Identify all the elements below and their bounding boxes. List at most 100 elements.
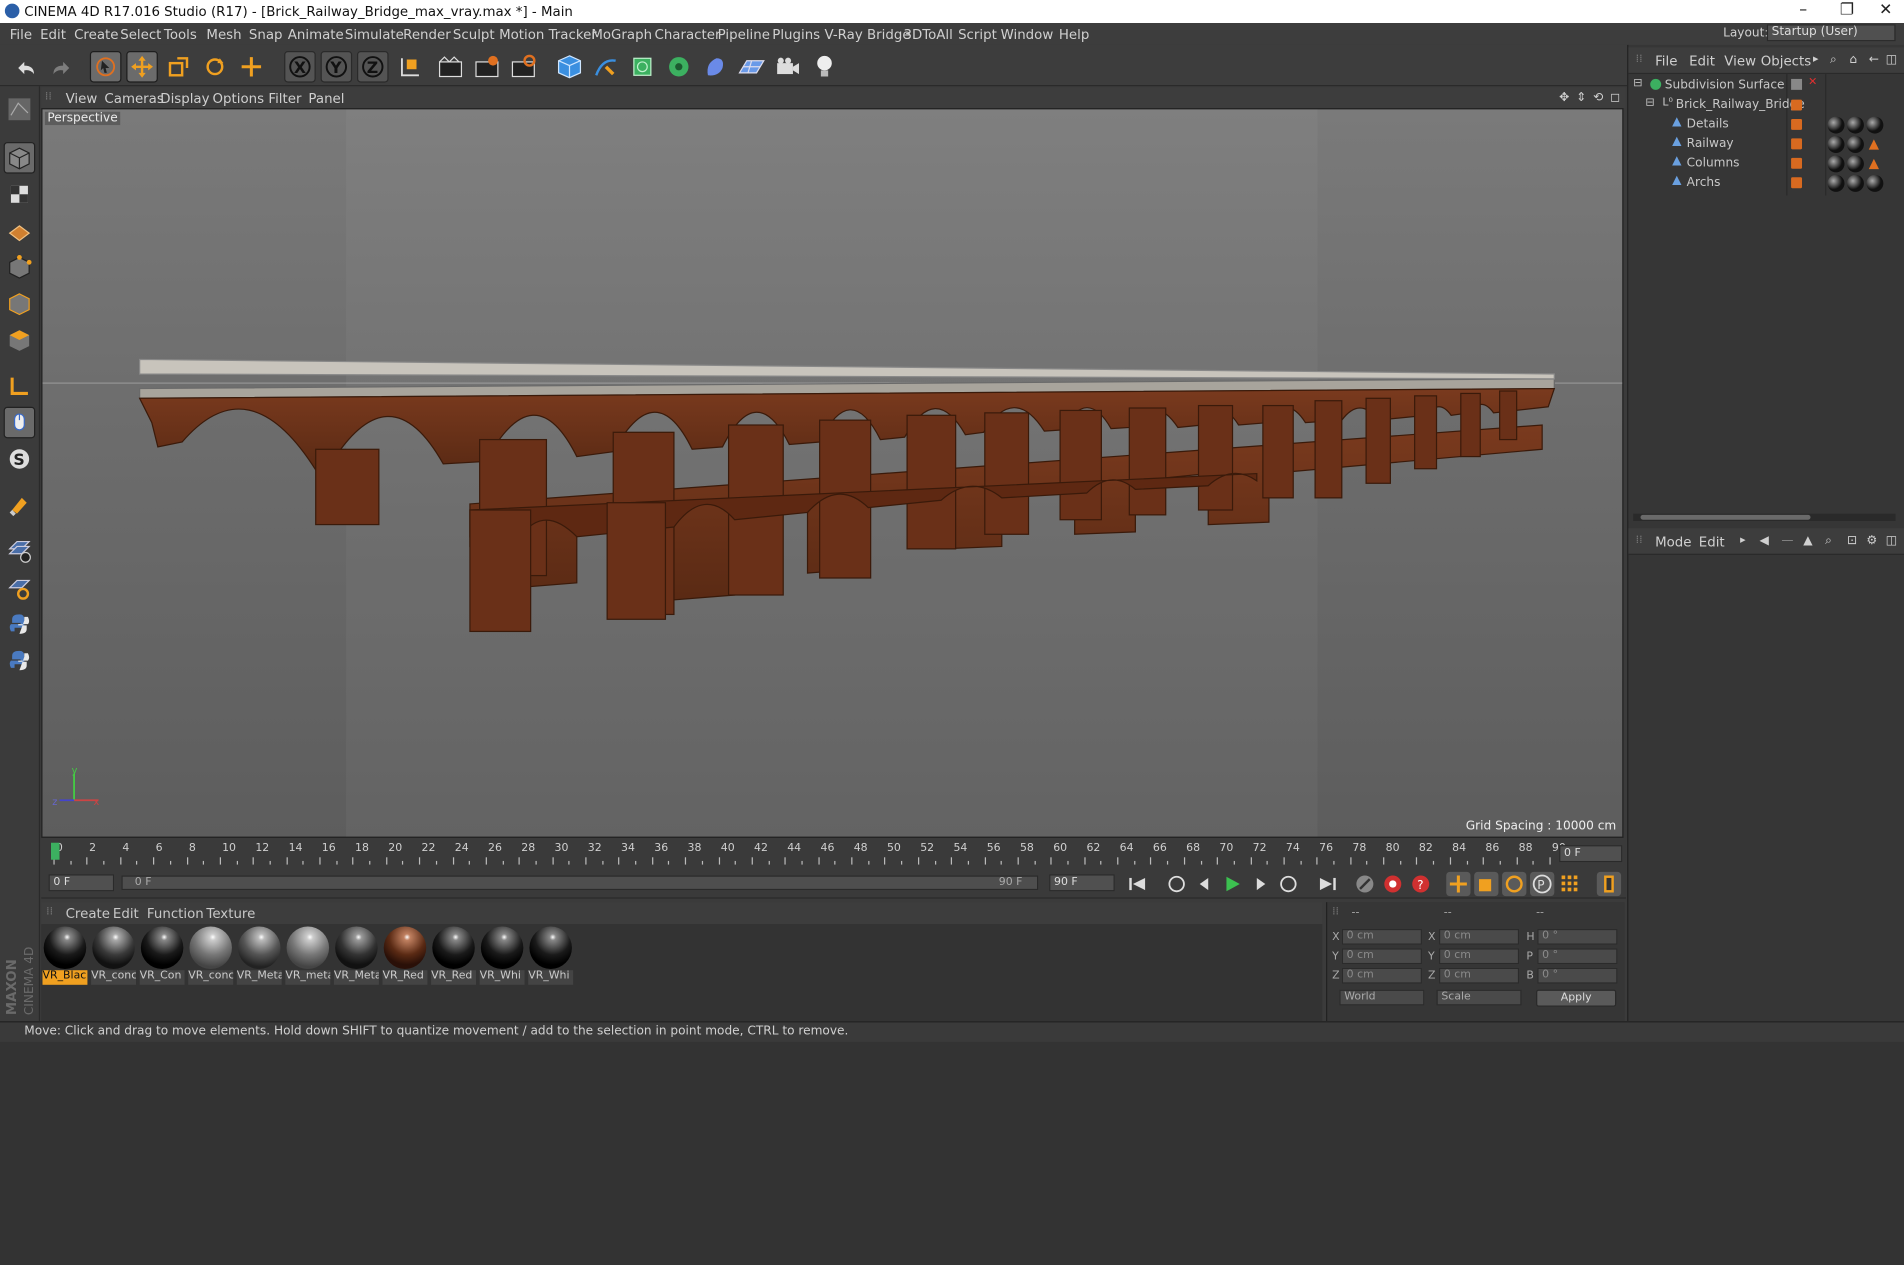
- key-scale-icon[interactable]: [1474, 871, 1499, 897]
- python-generator-icon[interactable]: [4, 645, 36, 677]
- polygons-mode-icon[interactable]: [4, 324, 36, 356]
- minimize-button[interactable]: –: [1785, 1, 1821, 19]
- end-frame-field[interactable]: 90 F: [1049, 874, 1115, 892]
- undo-icon[interactable]: [10, 51, 42, 83]
- menu-tools[interactable]: Tools: [164, 27, 197, 43]
- forward-arrow-icon[interactable]: —: [1781, 534, 1793, 547]
- attributes-menu-mode[interactable]: Mode: [1655, 534, 1691, 550]
- z-axis-lock-icon[interactable]: Z: [357, 51, 389, 83]
- material-tag-icon[interactable]: [1846, 136, 1864, 154]
- material-tag-icon[interactable]: [1846, 155, 1864, 173]
- workplane-lock-icon[interactable]: [4, 536, 36, 568]
- menu-script[interactable]: Script: [958, 27, 997, 43]
- back-arrow-icon[interactable]: ◀: [1760, 534, 1769, 547]
- material-swatch[interactable]: VR_Whi: [479, 926, 525, 985]
- material-menu-create[interactable]: Create: [66, 906, 110, 922]
- menu-file[interactable]: File: [10, 27, 32, 43]
- material-menu-texture[interactable]: Texture: [206, 906, 255, 922]
- light-icon[interactable]: [809, 51, 841, 83]
- spline-pen-icon[interactable]: [590, 51, 622, 83]
- size-z-field[interactable]: 0 cm: [1438, 967, 1520, 984]
- perspective-viewport[interactable]: Perspective y x z Grid Spacing: 10000 c…: [41, 108, 1624, 838]
- material-swatch[interactable]: VR_meta: [285, 926, 331, 985]
- search-icon[interactable]: ⌕: [1830, 53, 1837, 66]
- menu-mesh[interactable]: Mesh: [206, 27, 241, 43]
- go-to-end-icon[interactable]: [1315, 872, 1339, 896]
- next-key-icon[interactable]: [1276, 872, 1300, 896]
- menu-pipeline[interactable]: Pipeline: [718, 27, 770, 43]
- record-keys-icon[interactable]: [1353, 872, 1377, 896]
- menu-plugins[interactable]: Plugins: [772, 27, 820, 43]
- object-row-brick-railway-bridge[interactable]: ⊟ L⁰ Brick_Railway_Bridge: [1628, 96, 1904, 115]
- playhead[interactable]: [51, 842, 60, 860]
- render-picture-viewer-icon[interactable]: [471, 51, 503, 83]
- autokeying-icon[interactable]: [1381, 872, 1405, 896]
- back-icon[interactable]: ←: [1869, 53, 1879, 66]
- move-tool-icon[interactable]: [126, 51, 158, 83]
- object-row-subdivision-surface[interactable]: ⊟ Subdivision Surface ✕: [1628, 77, 1904, 96]
- rot-b-field[interactable]: 0 °: [1537, 967, 1618, 984]
- material-tag-icon[interactable]: [1846, 174, 1864, 192]
- close-button[interactable]: ✕: [1868, 1, 1904, 19]
- objects-drag-handle-icon[interactable]: ⁞⁞: [1636, 53, 1643, 65]
- axis-mode-icon[interactable]: [4, 370, 36, 402]
- layer-icon[interactable]: [1791, 78, 1803, 90]
- material-swatch[interactable]: VR_Red: [382, 926, 428, 985]
- search-icon[interactable]: ⌕: [1825, 534, 1832, 547]
- viewport-menu-options[interactable]: Options: [213, 91, 265, 107]
- menu-select[interactable]: Select: [120, 27, 161, 43]
- points-mode-icon[interactable]: [4, 251, 36, 283]
- material-menu-edit[interactable]: Edit: [113, 906, 139, 922]
- pos-z-field[interactable]: 0 cm: [1341, 967, 1422, 984]
- start-frame-field[interactable]: 0 F: [48, 874, 115, 892]
- viewport-menu-cameras[interactable]: Cameras: [104, 91, 163, 107]
- menu-render[interactable]: Render: [403, 27, 451, 43]
- attributes-menu-edit[interactable]: Edit: [1699, 534, 1725, 550]
- viewport-zoom-icon[interactable]: ⇕: [1576, 91, 1586, 104]
- menu-create[interactable]: Create: [74, 27, 118, 43]
- pos-x-field[interactable]: 0 cm: [1341, 928, 1422, 945]
- new-view-icon[interactable]: ◫: [1886, 53, 1897, 66]
- texture-mode-icon[interactable]: [4, 179, 36, 211]
- objects-menu-objects[interactable]: Objects: [1761, 53, 1811, 69]
- previous-key-icon[interactable]: [1165, 872, 1189, 896]
- make-editable-icon[interactable]: [4, 94, 36, 126]
- key-rotation-icon[interactable]: [1502, 871, 1527, 897]
- edges-mode-icon[interactable]: [4, 288, 36, 320]
- snap-icon[interactable]: S: [4, 443, 36, 475]
- tweak-mode-icon[interactable]: [3, 406, 36, 439]
- rot-p-field[interactable]: 0 °: [1537, 948, 1618, 965]
- uvw-tag-icon[interactable]: ▲: [1869, 136, 1879, 152]
- menu-mograph[interactable]: MoGraph: [591, 27, 652, 43]
- material-swatch[interactable]: VR_conc: [188, 926, 234, 985]
- material-tag-icon[interactable]: [1827, 155, 1845, 173]
- render-view-icon[interactable]: [435, 51, 467, 83]
- menu-more-icon[interactable]: ▸: [1740, 534, 1746, 546]
- y-axis-lock-icon[interactable]: Y: [320, 51, 353, 83]
- scale-tool-icon[interactable]: [163, 51, 195, 83]
- menu-character[interactable]: Character: [655, 27, 721, 43]
- uvw-tag-icon[interactable]: ▲: [1869, 155, 1879, 171]
- floor-icon[interactable]: [736, 51, 768, 83]
- apply-button[interactable]: Apply: [1536, 989, 1617, 1007]
- subdivision-generator-icon[interactable]: [627, 51, 659, 83]
- key-parameter-icon[interactable]: P: [1530, 871, 1555, 897]
- coordinate-system-icon[interactable]: [393, 51, 425, 83]
- material-swatch[interactable]: VR_Blac: [42, 926, 88, 985]
- material-tag-icon[interactable]: [1866, 116, 1884, 134]
- size-x-field[interactable]: 0 cm: [1438, 928, 1520, 945]
- deformer-icon[interactable]: [699, 51, 731, 83]
- viewport-menu-view[interactable]: View: [66, 91, 98, 107]
- viewport-move-icon[interactable]: ✥: [1559, 91, 1569, 104]
- layer-color-icon[interactable]: [1791, 177, 1803, 189]
- up-arrow-icon[interactable]: ▲: [1803, 534, 1812, 547]
- menu-help[interactable]: Help: [1059, 27, 1089, 43]
- material-swatch[interactable]: VR_conc: [91, 926, 137, 985]
- material-swatch[interactable]: VR_Meta: [236, 926, 282, 985]
- menu-more-icon[interactable]: ▸: [1813, 53, 1819, 65]
- magnet-icon[interactable]: [4, 489, 36, 521]
- menu-snap[interactable]: Snap: [249, 27, 283, 43]
- viewport-rotate-icon[interactable]: ⟲: [1593, 91, 1603, 104]
- layer-color-icon[interactable]: [1791, 99, 1803, 111]
- viewport-maximize-icon[interactable]: ◻: [1610, 91, 1620, 104]
